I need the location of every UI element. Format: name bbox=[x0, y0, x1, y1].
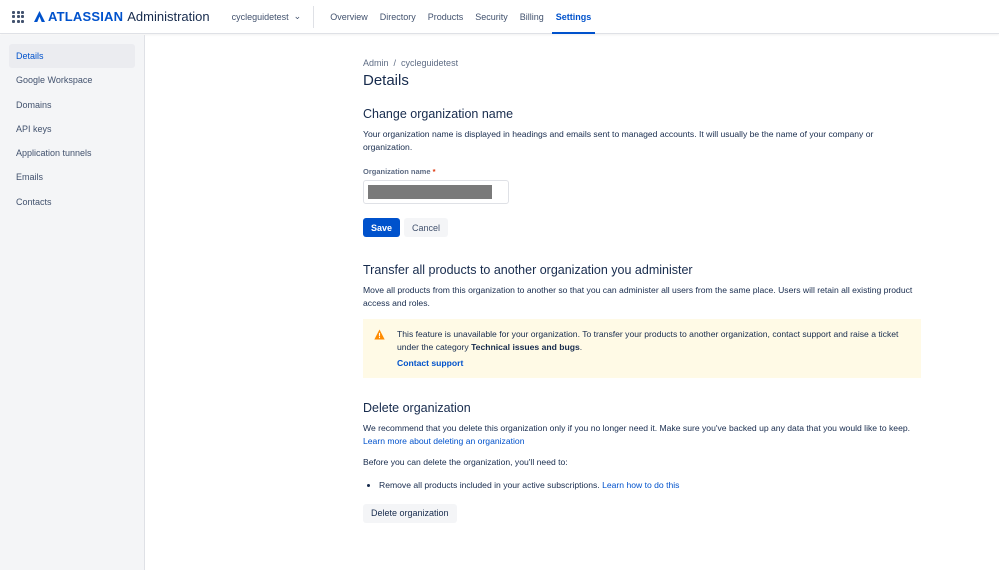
nav-directory[interactable]: Directory bbox=[374, 0, 422, 34]
prereq-list: Remove all products included in your act… bbox=[363, 480, 923, 490]
sidebar-item-domains[interactable]: Domains bbox=[9, 93, 135, 117]
label-text: Organization name bbox=[363, 167, 431, 176]
brand-name: ATLASSIAN bbox=[48, 9, 124, 24]
main-content: Admin / cycleguidetest Details Change or… bbox=[363, 58, 923, 523]
warning-end: . bbox=[579, 341, 583, 352]
save-button[interactable]: Save bbox=[363, 218, 401, 237]
redacted-value bbox=[368, 185, 492, 199]
warning-text: This feature is unavailable for your org… bbox=[397, 328, 909, 353]
prereq-text: Remove all products included in your act… bbox=[379, 479, 603, 490]
nav-billing[interactable]: Billing bbox=[514, 0, 550, 34]
chevron-down-icon: ⌄ bbox=[293, 11, 302, 21]
delete-organization-button[interactable]: Delete organization bbox=[363, 503, 457, 523]
delete-prereq: Before you can delete the organization, … bbox=[363, 457, 568, 467]
change-name-heading: Change organization name bbox=[363, 107, 514, 121]
warning-banner: This feature is unavailable for your org… bbox=[363, 319, 921, 378]
sidebar: Details Google Workspace Domains API key… bbox=[0, 35, 145, 570]
warning-category: Technical issues and bugs bbox=[471, 341, 580, 352]
cancel-button[interactable]: Cancel bbox=[404, 218, 449, 237]
delete-desc-text: We recommend that you delete this organi… bbox=[363, 423, 911, 433]
delete-description: We recommend that you delete this organi… bbox=[363, 422, 923, 447]
org-name: cycleguidetest bbox=[231, 11, 289, 22]
warning-icon bbox=[374, 329, 385, 340]
product-name: Administration bbox=[127, 9, 210, 24]
divider bbox=[313, 5, 315, 28]
nav-products[interactable]: Products bbox=[422, 0, 470, 34]
transfer-heading: Transfer all products to another organiz… bbox=[363, 263, 693, 277]
nav-security[interactable]: Security bbox=[469, 0, 514, 34]
atlassian-logo[interactable]: ATLASSIAN Administration bbox=[34, 9, 210, 24]
sidebar-item-emails[interactable]: Emails bbox=[9, 165, 135, 189]
app-switcher-icon[interactable] bbox=[12, 10, 24, 23]
delete-heading: Delete organization bbox=[363, 401, 471, 415]
contact-support-link[interactable]: Contact support bbox=[397, 358, 909, 368]
nav-overview[interactable]: Overview bbox=[324, 0, 374, 34]
page-title: Details bbox=[363, 72, 409, 89]
nav-settings[interactable]: Settings bbox=[550, 0, 598, 34]
required-marker: * bbox=[432, 167, 436, 176]
change-name-description: Your organization name is displayed in h… bbox=[363, 129, 874, 152]
org-name-label: Organization name * bbox=[363, 167, 923, 176]
sidebar-item-contacts[interactable]: Contacts bbox=[9, 190, 135, 214]
breadcrumb-org[interactable]: cycleguidetest bbox=[401, 58, 458, 68]
sidebar-item-api-keys[interactable]: API keys bbox=[9, 117, 135, 141]
breadcrumb-admin[interactable]: Admin bbox=[363, 58, 389, 68]
learn-how-link[interactable]: Learn how to do this bbox=[602, 480, 679, 490]
breadcrumb: Admin / cycleguidetest bbox=[363, 58, 459, 68]
top-nav: ATLASSIAN Administration cycleguidetest ⌄… bbox=[0, 0, 999, 34]
sidebar-item-details[interactable]: Details bbox=[9, 44, 135, 68]
org-switcher[interactable]: cycleguidetest ⌄ bbox=[232, 11, 302, 22]
org-name-input[interactable] bbox=[363, 180, 509, 204]
sidebar-item-application-tunnels[interactable]: Application tunnels bbox=[9, 141, 135, 165]
sidebar-item-google-workspace[interactable]: Google Workspace bbox=[9, 68, 135, 92]
learn-more-delete-link[interactable]: Learn more about deleting an organizatio… bbox=[363, 436, 525, 446]
transfer-description: Move all products from this organization… bbox=[363, 285, 913, 308]
list-item: Remove all products included in your act… bbox=[379, 480, 923, 490]
atlassian-icon bbox=[34, 11, 45, 22]
